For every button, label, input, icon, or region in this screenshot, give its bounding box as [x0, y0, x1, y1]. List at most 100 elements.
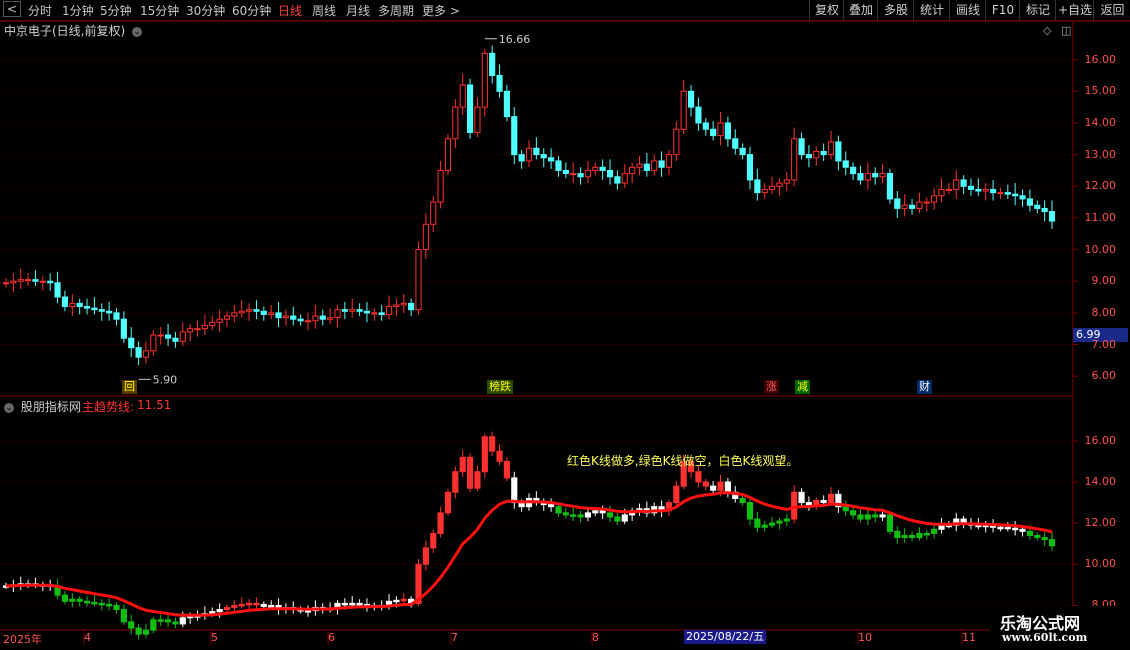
candle-body	[142, 350, 150, 358]
date-tick: 6	[328, 631, 335, 644]
candle-body	[157, 334, 164, 337]
indicator-body	[142, 629, 150, 635]
candle-body	[621, 173, 628, 184]
indicator-body	[452, 471, 459, 493]
price-tick: 11.00	[1084, 210, 1117, 224]
candle-body	[599, 166, 606, 171]
candle-body	[850, 166, 857, 175]
indicator-body	[1012, 527, 1019, 531]
indicator-body	[393, 599, 400, 603]
indicator-body	[304, 610, 312, 613]
indicator-body	[776, 520, 783, 524]
high-label: 16.66	[499, 33, 531, 46]
candle-body	[400, 302, 407, 306]
indicator-body	[511, 477, 518, 504]
event-tag[interactable]: 减	[795, 380, 810, 394]
candle-body	[761, 188, 768, 194]
candle-body	[1004, 192, 1011, 195]
indicator-body	[827, 493, 835, 504]
indicator-body	[1048, 539, 1056, 547]
candle-body	[562, 169, 569, 175]
indicator-body	[120, 609, 127, 623]
candle-body	[798, 138, 805, 156]
candle-body	[805, 154, 812, 159]
indicator-tick: 12.00	[1084, 516, 1117, 530]
candle-body	[614, 176, 621, 184]
candle-body	[1034, 204, 1041, 209]
indicator-body	[908, 534, 916, 539]
candle-body	[437, 169, 444, 203]
candle-body	[47, 280, 54, 284]
candle-body	[975, 188, 982, 192]
candle-body	[312, 315, 319, 322]
candle-body	[827, 141, 835, 156]
event-tag[interactable]: 涨	[764, 380, 779, 394]
indicator-body	[938, 524, 945, 530]
indicator-body	[474, 471, 481, 489]
indicator-body	[459, 456, 466, 473]
indicator-body	[150, 619, 157, 631]
indicator-body	[356, 602, 363, 606]
indicator-body	[98, 602, 105, 606]
indicator-note: 红色K线做多,绿色K线做空，白色K线观望。	[567, 454, 799, 468]
date-tick: 2025年	[3, 633, 42, 646]
candle-body	[371, 312, 378, 315]
candle-body	[908, 204, 916, 209]
candle-body	[525, 147, 533, 162]
event-tag[interactable]: 财	[917, 380, 932, 394]
candle-body	[945, 188, 952, 191]
candle-body	[179, 331, 186, 342]
candle-body	[83, 306, 91, 309]
indicator-body	[106, 603, 113, 607]
candle-body	[997, 192, 1004, 195]
indicator-body	[400, 598, 407, 602]
indicator-body	[437, 512, 444, 534]
candle-body	[378, 312, 385, 315]
indicator-body	[621, 514, 628, 522]
indicator-body	[422, 547, 429, 565]
indicator-body	[341, 602, 348, 606]
candle-body	[1041, 207, 1048, 213]
indicator-body	[798, 491, 805, 504]
candle-body	[864, 173, 871, 181]
kline-chart[interactable]: 16.66 5.90	[0, 0, 1130, 650]
price-tick: 7.00	[1091, 337, 1117, 351]
indicator-body	[349, 602, 356, 606]
candle-body	[724, 122, 731, 140]
candle-body	[629, 166, 636, 175]
price-tick: 10.00	[1084, 242, 1117, 256]
price-tick: 9.00	[1091, 274, 1117, 288]
indicator-body	[577, 514, 584, 518]
candle-body	[982, 188, 989, 192]
candle-body	[746, 154, 754, 181]
indicator-body	[496, 450, 503, 462]
candle-body	[69, 302, 76, 308]
price-tick: 13.00	[1084, 147, 1117, 161]
candle-body	[548, 157, 555, 162]
candle-body	[592, 166, 599, 171]
indicator-body	[76, 598, 83, 602]
indicator-body	[606, 512, 614, 518]
indicator-body	[164, 619, 172, 623]
candle-body	[533, 147, 540, 156]
indicator-body	[135, 627, 142, 635]
candle-body	[76, 302, 83, 308]
candle-body	[489, 52, 496, 76]
candle-body	[422, 223, 429, 251]
indicator-body	[466, 456, 474, 489]
indicator-body	[179, 617, 186, 625]
candle-body	[702, 122, 709, 130]
event-tag[interactable]: 回	[122, 380, 137, 394]
candle-body	[842, 160, 849, 168]
watermark-url: www.60lt.com	[1002, 631, 1088, 644]
indicator-body	[931, 528, 938, 534]
event-tag[interactable]: 榜跌	[487, 380, 513, 394]
candle-body	[349, 309, 356, 312]
candle-body	[268, 312, 275, 315]
candle-body	[201, 325, 208, 330]
candle-body	[481, 52, 488, 108]
candle-body	[304, 320, 312, 323]
indicator-body	[769, 522, 776, 526]
indicator-body	[548, 504, 555, 508]
candle-body	[128, 337, 135, 349]
